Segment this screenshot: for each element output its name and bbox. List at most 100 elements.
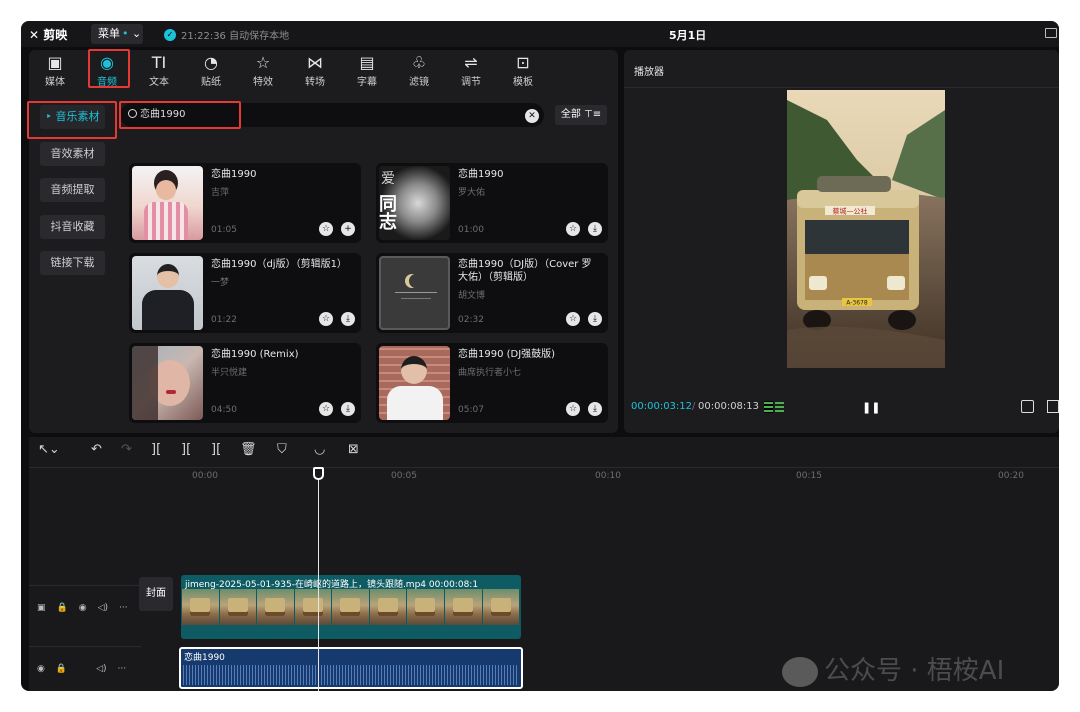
music-card[interactable]: 恋曲1990 (DJ强鼓版) 曲席执行者小七 05:07 ☆ ⤓ (376, 343, 608, 423)
filter-icon: ♧ (411, 52, 427, 72)
favorite-star-icon[interactable]: ☆ (319, 312, 333, 326)
wechat-icon (782, 656, 818, 687)
adjust-icon: ⇌ (464, 52, 478, 72)
favorite-star-icon[interactable]: ☆ (566, 312, 580, 326)
more-dots-icon[interactable]: ··· (119, 603, 128, 613)
track-title: 恋曲1990（DJ版）（Cover 罗大佑）（剪辑版） (458, 259, 592, 283)
album-cover: 同志爱 (379, 166, 450, 240)
chevron-down-icon: ⌄ (132, 27, 142, 40)
download-icon[interactable]: ⤓ (341, 312, 355, 326)
tab-label: 贴纸 (201, 76, 221, 88)
music-card[interactable]: 恋曲1990 (Remix) 半只悦建 04:50 ☆ ⤓ (129, 343, 361, 423)
playhead-line[interactable] (318, 469, 319, 691)
lock-icon[interactable]: 🔒 (56, 664, 67, 674)
tab-text[interactable]: TI 文本 (133, 50, 185, 90)
download-icon[interactable]: ⤓ (588, 402, 602, 416)
music-card[interactable]: 恋曲1990（dj版）（剪辑版1） 一梦 01:22 ☆ ⤓ (129, 253, 361, 333)
title-bar: ✕ 剪映 菜单 • ⌄ ✓ 21:22:36 自动保存本地 5月1日 (21, 21, 1059, 47)
download-icon[interactable]: ⤓ (588, 312, 602, 326)
split-icon[interactable]: ][ (151, 442, 161, 457)
album-cover (132, 256, 203, 330)
favorite-star-icon[interactable]: ☆ (319, 222, 333, 236)
transition-icon: ⋈ (307, 52, 323, 72)
tab-filter[interactable]: ♧ 滤镜 (393, 50, 445, 90)
track-title: 恋曲1990 (Remix) (211, 349, 299, 360)
redo-icon[interactable]: ↷ (121, 442, 132, 457)
tab-effects[interactable]: ☆ 特效 (237, 50, 289, 90)
more-dots-icon[interactable]: ··· (118, 664, 127, 674)
download-icon[interactable]: ⤓ (341, 402, 355, 416)
sidebar-item-label: 抖音收藏 (50, 220, 95, 233)
mute-speaker-icon[interactable]: ◁) (96, 664, 106, 674)
player-title: 播放器 (634, 67, 664, 78)
track-title: 恋曲1990 (211, 169, 257, 180)
track-duration: 05:07 (458, 405, 484, 415)
tab-template[interactable]: ⊡ 模板 (497, 50, 549, 90)
sidebar-item-music[interactable]: ‣ 音乐素材 (40, 105, 105, 129)
favorite-star-icon[interactable]: ☆ (566, 222, 580, 236)
music-card[interactable]: 恋曲1990（DJ版）（Cover 罗大佑）（剪辑版） 胡文博 02:32 ☆ … (376, 253, 608, 333)
sidebar-item-label: 链接下载 (50, 256, 95, 269)
download-icon[interactable]: ⤓ (588, 222, 602, 236)
auto-crop-icon[interactable]: ⊠ (348, 442, 359, 457)
layout-icon[interactable] (1045, 28, 1057, 38)
favorite-star-icon[interactable]: ☆ (319, 402, 333, 416)
track-title: 恋曲1990（dj版）（剪辑版1） (211, 259, 347, 270)
sidebar-item-sfx[interactable]: 音效素材 (40, 142, 105, 166)
split-left-icon[interactable]: ][ (181, 442, 191, 457)
favorite-star-icon[interactable]: ☆ (566, 402, 580, 416)
aspect-ratio-icon[interactable] (1047, 400, 1059, 413)
app-logo: ✕ 剪映 (29, 28, 68, 42)
tab-audio[interactable]: ◉ 音频 (81, 50, 133, 90)
timeline-ruler[interactable]: 00:00 00:05 00:10 00:15 00:20 (29, 467, 1059, 485)
video-thumbnail (332, 589, 369, 625)
sidebar-item-douyin[interactable]: 抖音收藏 (40, 215, 105, 239)
split-right-icon[interactable]: ][ (211, 442, 221, 457)
search-value: 恋曲1990 (140, 109, 186, 120)
visibility-eye-icon[interactable]: ◉ (79, 603, 87, 613)
track-artist: 吉萍 (211, 188, 230, 198)
video-clip[interactable]: jimeng-2025-05-01-935-在崎岖的道路上，镜头跟随.mp4 0… (181, 575, 521, 639)
track-duration: 01:22 (211, 315, 237, 325)
video-thumbnail (369, 589, 407, 625)
delete-icon[interactable]: 🗑 (240, 442, 257, 457)
music-card[interactable]: 恋曲1990 吉萍 01:05 ☆ + (129, 163, 361, 243)
filter-button[interactable]: 全部 ⊤≡ (555, 105, 607, 125)
ruler-tick-label: 00:00 (192, 471, 218, 481)
pause-icon[interactable]: ❚❚ (862, 401, 880, 414)
mute-speaker-icon[interactable]: ◁) (98, 603, 108, 613)
album-cover (379, 346, 450, 420)
track-type-audio-icon: ◉ (37, 663, 45, 674)
tab-sticker[interactable]: ◔ 贴纸 (185, 50, 237, 90)
zoom-fit-icon[interactable] (1021, 400, 1034, 413)
video-preview[interactable]: 蔡城—公社 A-3678 (787, 90, 945, 368)
sidebar-item-extract[interactable]: 音频提取 (40, 178, 105, 202)
playhead-handle[interactable] (313, 467, 324, 480)
marker-icon[interactable]: ⛉ (277, 442, 287, 457)
track-artist: 胡文博 (458, 291, 486, 301)
audio-clip[interactable]: 恋曲1990 (179, 647, 523, 689)
select-cursor-icon[interactable]: ↖⌄ (38, 442, 60, 457)
ruler-tick-label: 00:05 (391, 471, 417, 481)
video-thumbnail (182, 589, 219, 625)
media-icon: ▣ (47, 52, 63, 72)
clear-search-icon[interactable]: ✕ (525, 109, 539, 123)
menu-label: 菜单 (98, 27, 120, 40)
shield-icon[interactable]: ◡ (314, 442, 325, 457)
undo-icon[interactable]: ↶ (91, 442, 102, 457)
menu-button[interactable]: 菜单 • ⌄ (91, 24, 143, 44)
total-time: 00:00:08:13 (698, 401, 760, 412)
sidebar-item-link[interactable]: 链接下载 (40, 251, 105, 275)
search-input[interactable]: 恋曲1990 (120, 103, 544, 127)
tab-transition[interactable]: ⋈ 转场 (289, 50, 341, 90)
add-icon[interactable]: + (341, 222, 355, 236)
time-separator: / (692, 401, 696, 412)
tab-subtitle[interactable]: ▤ 字幕 (341, 50, 393, 90)
music-card[interactable]: 同志爱 恋曲1990 罗大佑 01:00 ☆ ⤓ (376, 163, 608, 243)
audio-icon: ◉ (100, 52, 114, 72)
tab-adjust[interactable]: ⇌ 调节 (445, 50, 497, 90)
tab-media[interactable]: ▣ 媒体 (29, 50, 81, 90)
lock-icon[interactable]: 🔒 (57, 603, 68, 613)
cover-button[interactable]: 封面 (139, 577, 173, 611)
tab-label: 文本 (149, 76, 169, 88)
